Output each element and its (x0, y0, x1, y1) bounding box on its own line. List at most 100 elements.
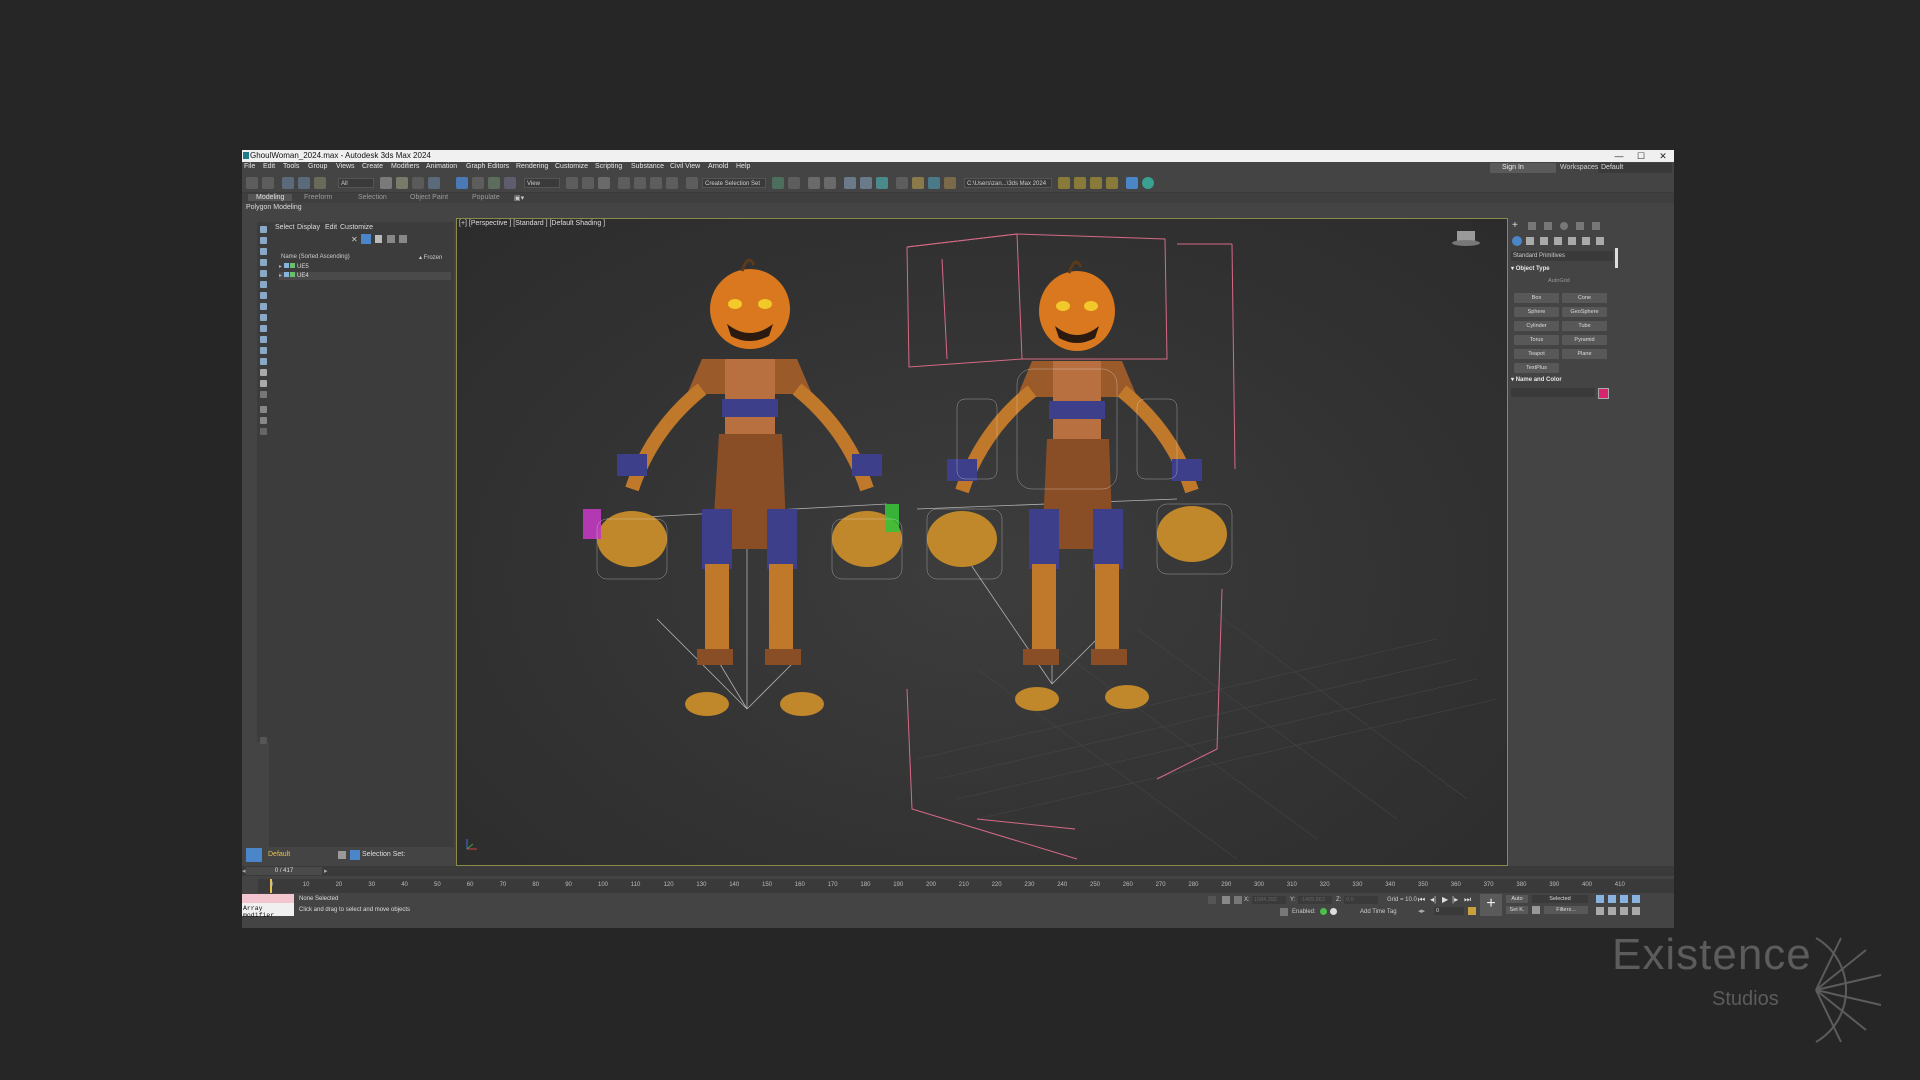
viewcube-icon[interactable] (1452, 231, 1480, 246)
object-type-rollout[interactable]: ▾ Object Type (1511, 264, 1613, 274)
schematic-view-icon[interactable] (876, 177, 888, 189)
previous-frame-icon[interactable]: ◂| (1430, 895, 1436, 904)
layers-stack-icon[interactable] (338, 851, 346, 859)
placement-icon[interactable] (504, 177, 516, 189)
menu-edit[interactable]: Edit (263, 163, 275, 170)
ribbon-options-icon[interactable]: ▣▾ (514, 194, 524, 202)
display-tab-icon[interactable] (1576, 222, 1584, 230)
bind-spacewarp-icon[interactable] (314, 177, 326, 189)
select-and-scale-icon[interactable] (488, 177, 500, 189)
eye-icon[interactable] (283, 272, 289, 277)
motion-tab-icon[interactable] (1560, 222, 1568, 230)
primitive-category-select[interactable]: Standard Primitives (1511, 251, 1613, 261)
layer-explorer-icon[interactable] (246, 848, 262, 862)
isolate-icon[interactable] (1208, 896, 1216, 904)
sign-in-button[interactable]: Sign In (1490, 163, 1556, 173)
display-shapes-icon[interactable] (260, 259, 267, 266)
explorer-menu-select[interactable]: Select (275, 224, 294, 231)
render-production-icon[interactable] (944, 177, 956, 189)
spacewarps-icon[interactable] (1582, 237, 1590, 245)
absolute-mode-icon[interactable] (1234, 896, 1242, 904)
pyramid-button[interactable]: Pyramid (1562, 335, 1607, 345)
display-containers-icon[interactable] (260, 347, 267, 354)
box-button[interactable]: Box (1514, 293, 1559, 303)
mirror-icon[interactable] (772, 177, 784, 189)
frame-counter[interactable]: 0 / 417 (246, 867, 322, 875)
utilities-tab-icon[interactable] (1592, 222, 1600, 230)
torus-button[interactable]: Torus (1514, 335, 1559, 345)
tab-object-paint[interactable]: Object Paint (410, 194, 448, 201)
check-icon[interactable] (1142, 177, 1154, 189)
textplus-button[interactable]: TextPlus (1514, 363, 1559, 373)
arnold-render-icon[interactable] (1126, 177, 1138, 189)
rendered-frame-window-icon[interactable] (928, 177, 940, 189)
spinner-snap-icon[interactable] (666, 177, 678, 189)
hierarchy-icon[interactable] (387, 235, 395, 243)
minimize-button[interactable]: — (1608, 150, 1630, 162)
named-selection-set-select[interactable]: Create Selection Set (702, 178, 766, 188)
zoom-extents-all-icon[interactable] (1632, 895, 1640, 903)
display-helpers-icon[interactable] (260, 292, 267, 299)
display-spacewarps-icon[interactable] (260, 303, 267, 310)
enabled-toggle[interactable] (1320, 908, 1327, 915)
edit-named-selection-icon[interactable] (686, 177, 698, 189)
menu-animation[interactable]: Animation (426, 163, 457, 170)
lights-icon[interactable] (1540, 237, 1548, 245)
time-config-icon[interactable] (1468, 907, 1476, 915)
add-time-tag[interactable]: Add Time Tag (1360, 909, 1397, 915)
cameras-icon[interactable] (1554, 237, 1562, 245)
current-frame-field[interactable]: 0 (1434, 907, 1464, 915)
pan-view-icon[interactable] (1608, 907, 1616, 915)
cone-button[interactable]: Cone (1562, 293, 1607, 303)
tab-selection[interactable]: Selection (358, 194, 387, 201)
time-slider[interactable]: ◂ 0 / 417 ▸ (242, 866, 1674, 876)
eye-icon[interactable] (283, 263, 289, 268)
percent-snap-icon[interactable] (650, 177, 662, 189)
display-frozen-icon[interactable] (260, 358, 267, 365)
display-last-result-icon[interactable] (260, 380, 267, 387)
menu-arnold[interactable]: Arnold (708, 163, 728, 170)
toggle-scene-explorer-icon[interactable] (808, 177, 820, 189)
unlink-icon[interactable] (298, 177, 310, 189)
expand-icon[interactable]: ▸ (279, 264, 282, 270)
menu-create[interactable]: Create (362, 163, 383, 170)
current-layer[interactable]: Default (266, 850, 333, 860)
display-geometry-icon[interactable] (260, 248, 267, 255)
auto-key-button[interactable]: Auto (1506, 895, 1528, 903)
column-name-header[interactable]: Name (Sorted Ascending) (281, 254, 350, 260)
polygon-modeling-label[interactable]: Polygon Modeling (246, 204, 302, 211)
systems-icon[interactable] (1596, 237, 1604, 245)
adaptive-degradation-icon[interactable] (1280, 908, 1288, 916)
menu-substance[interactable]: Substance (631, 163, 664, 170)
filters-button[interactable]: Filters... (1544, 906, 1588, 914)
zoom-all-icon[interactable] (1608, 895, 1616, 903)
align-icon[interactable] (788, 177, 800, 189)
zoom-icon[interactable] (1596, 895, 1604, 903)
maximize-button[interactable]: ☐ (1630, 150, 1652, 162)
modify-tab-icon[interactable] (1528, 222, 1536, 230)
render-setup-icon[interactable] (912, 177, 924, 189)
prev-frame-icon[interactable]: ◂ (242, 867, 246, 875)
menu-civil-view[interactable]: Civil View (670, 163, 700, 170)
close-button[interactable]: ✕ (1652, 150, 1674, 162)
curve-editor-icon[interactable] (860, 177, 872, 189)
selection-set-icon[interactable] (350, 850, 360, 860)
teapot-button[interactable]: Teapot (1514, 349, 1559, 359)
orbit-icon[interactable] (1620, 907, 1628, 915)
filter-icon[interactable] (260, 417, 267, 424)
link-icon[interactable] (282, 177, 294, 189)
key-mode-icon[interactable]: ◂▸ (1418, 907, 1425, 915)
display-none-icon[interactable] (260, 226, 267, 233)
selected-set-select[interactable]: Selected (1532, 895, 1588, 903)
set-key-button[interactable]: Set K. (1506, 906, 1528, 914)
rectangular-selection-icon[interactable] (412, 177, 424, 189)
undo-icon[interactable] (246, 177, 258, 189)
angle-snap-icon[interactable] (634, 177, 646, 189)
field-of-view-icon[interactable] (1596, 907, 1604, 915)
maxscript-input[interactable]: Array modifier (243, 905, 294, 919)
project-folder-icon[interactable] (1074, 177, 1086, 189)
toggle-ribbon-icon[interactable] (844, 177, 856, 189)
next-frame-button-icon[interactable]: |▸ (1452, 895, 1458, 904)
expand-arrow-icon[interactable] (260, 737, 267, 744)
play-icon[interactable]: ▶ (1442, 895, 1448, 904)
